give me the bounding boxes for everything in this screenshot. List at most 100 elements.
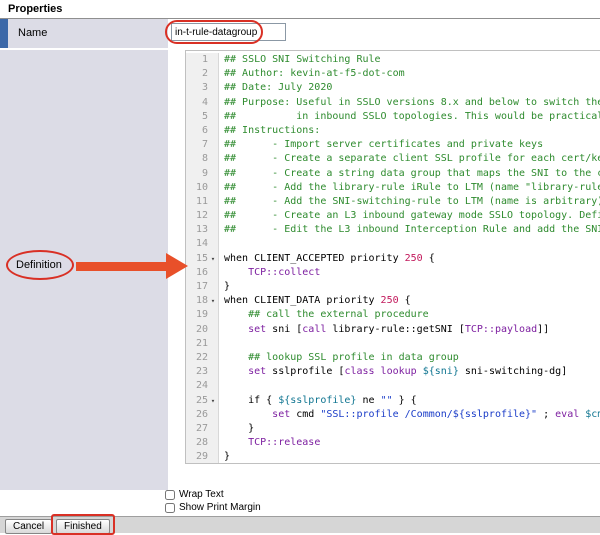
line-number-gutter: 3 bbox=[186, 81, 219, 95]
line-number-gutter: 18▾ bbox=[186, 294, 219, 308]
editor-line: 19 ## call the external procedure bbox=[186, 308, 600, 322]
show-print-margin-option: Show Print Margin bbox=[165, 502, 261, 513]
editor-line: 17} bbox=[186, 280, 600, 294]
line-number: 26 bbox=[186, 408, 208, 422]
line-number-gutter: 2 bbox=[186, 67, 219, 81]
fold-spacer bbox=[208, 81, 218, 95]
finished-button[interactable]: Finished bbox=[56, 519, 110, 534]
required-field-accent bbox=[0, 19, 8, 48]
line-number-gutter: 22 bbox=[186, 351, 219, 365]
line-number: 29 bbox=[186, 450, 208, 464]
fold-spacer bbox=[208, 167, 218, 181]
line-number-gutter: 19 bbox=[186, 308, 219, 322]
code-text: ## Date: July 2020 bbox=[219, 81, 332, 95]
line-number-gutter: 23 bbox=[186, 365, 219, 379]
line-number-gutter: 17 bbox=[186, 280, 219, 294]
code-text: ## - Add the SNI-switching-rule to LTM (… bbox=[219, 195, 600, 209]
code-text: TCP::collect bbox=[219, 266, 320, 280]
editor-line: 10## - Add the library-rule iRule to LTM… bbox=[186, 181, 600, 195]
editor-line: 15▾when CLIENT_ACCEPTED priority 250 { bbox=[186, 252, 600, 266]
line-number-gutter: 24 bbox=[186, 379, 219, 393]
editor-line: 1## SSLO SNI Switching Rule bbox=[186, 53, 600, 67]
definition-label: Definition bbox=[16, 259, 62, 271]
line-number: 10 bbox=[186, 181, 208, 195]
fold-spacer bbox=[208, 237, 218, 251]
fold-spacer bbox=[208, 408, 218, 422]
editor-line: 23 set sslprofile [class lookup ${sni} s… bbox=[186, 365, 600, 379]
fold-arrow-icon[interactable]: ▾ bbox=[208, 394, 218, 408]
fold-spacer bbox=[208, 308, 218, 322]
line-number: 7 bbox=[186, 138, 208, 152]
code-text: ## - Create a separate client SSL profil… bbox=[219, 152, 600, 166]
fold-arrow-icon[interactable]: ▾ bbox=[208, 252, 218, 266]
fold-spacer bbox=[208, 280, 218, 294]
line-number-gutter: 10 bbox=[186, 181, 219, 195]
name-input[interactable] bbox=[171, 23, 286, 41]
line-number: 17 bbox=[186, 280, 208, 294]
code-text: ## Author: kevin-at-f5-dot-com bbox=[219, 67, 405, 81]
editor-line: 21 bbox=[186, 337, 600, 351]
fold-spacer bbox=[208, 124, 218, 138]
line-number: 13 bbox=[186, 223, 208, 237]
editor-line: 22 ## lookup SSL profile in data group bbox=[186, 351, 600, 365]
fold-spacer bbox=[208, 67, 218, 81]
fold-spacer bbox=[208, 181, 218, 195]
fold-spacer bbox=[208, 436, 218, 450]
editor-line: 24 bbox=[186, 379, 600, 393]
line-number-gutter: 13 bbox=[186, 223, 219, 237]
fold-spacer bbox=[208, 422, 218, 436]
fold-spacer bbox=[208, 209, 218, 223]
irule-code-editor[interactable]: 1## SSLO SNI Switching Rule2 ## Author: k… bbox=[185, 50, 600, 464]
line-number-gutter: 21 bbox=[186, 337, 219, 351]
line-number-gutter: 16 bbox=[186, 266, 219, 280]
fold-spacer bbox=[208, 450, 218, 464]
editor-line: 7## - Import server certificates and pri… bbox=[186, 138, 600, 152]
wrap-text-checkbox[interactable] bbox=[165, 490, 175, 500]
code-text: when CLIENT_ACCEPTED priority 250 { bbox=[219, 252, 435, 266]
show-print-margin-label: Show Print Margin bbox=[179, 502, 261, 513]
code-text: ## Purpose: Useful in SSLO versions 8.x … bbox=[219, 96, 600, 110]
line-number: 24 bbox=[186, 379, 208, 393]
editor-line: 11 ## - Add the SNI-switching-rule to LTM… bbox=[186, 195, 600, 209]
line-number-gutter: 29 bbox=[186, 450, 219, 464]
code-text: ## lookup SSL profile in data group bbox=[219, 351, 459, 365]
name-label: Name bbox=[18, 27, 47, 39]
footer-bar: Cancel Finished bbox=[0, 516, 600, 533]
code-text: ## - Edit the L3 inbound Interception Ru… bbox=[219, 223, 600, 237]
wrap-text-option: Wrap Text bbox=[165, 489, 224, 500]
fold-spacer bbox=[208, 266, 218, 280]
page-title: Properties bbox=[8, 3, 62, 15]
line-number: 6 bbox=[186, 124, 208, 138]
editor-line: 25▾ if { ${sslprofile} ne "" } { bbox=[186, 394, 600, 408]
editor-line: 12## - Create an L3 inbound gateway mode… bbox=[186, 209, 600, 223]
line-number-gutter: 8 bbox=[186, 152, 219, 166]
code-text: set sni [call library-rule::getSNI [TCP:… bbox=[219, 323, 549, 337]
show-print-margin-checkbox[interactable] bbox=[165, 503, 175, 513]
line-number-gutter: 12 bbox=[186, 209, 219, 223]
line-number-gutter: 4 bbox=[186, 96, 219, 110]
line-number: 15 bbox=[186, 252, 208, 266]
code-text: if { ${sslprofile} ne "" } { bbox=[219, 394, 417, 408]
code-text: } bbox=[219, 450, 230, 464]
line-number: 2 bbox=[186, 67, 208, 81]
fold-arrow-icon[interactable]: ▾ bbox=[208, 294, 218, 308]
editor-line: 16 TCP::collect bbox=[186, 266, 600, 280]
code-text: ## SSLO SNI Switching Rule bbox=[219, 53, 381, 67]
code-text bbox=[219, 379, 224, 393]
line-number-gutter: 15▾ bbox=[186, 252, 219, 266]
line-number: 11 bbox=[186, 195, 208, 209]
fold-spacer bbox=[208, 323, 218, 337]
fold-spacer bbox=[208, 379, 218, 393]
editor-line: 5## in inbound SSLO topologies. This wou… bbox=[186, 110, 600, 124]
fold-spacer bbox=[208, 53, 218, 67]
fold-spacer bbox=[208, 96, 218, 110]
editor-line: 28 TCP::release bbox=[186, 436, 600, 450]
code-text: } bbox=[219, 422, 254, 436]
cancel-button[interactable]: Cancel bbox=[5, 519, 52, 534]
fold-spacer bbox=[208, 110, 218, 124]
line-number: 19 bbox=[186, 308, 208, 322]
line-number: 16 bbox=[186, 266, 208, 280]
code-text: ## - Create an L3 inbound gateway mode S… bbox=[219, 209, 600, 223]
editor-line: 14 bbox=[186, 237, 600, 251]
code-text bbox=[219, 237, 224, 251]
